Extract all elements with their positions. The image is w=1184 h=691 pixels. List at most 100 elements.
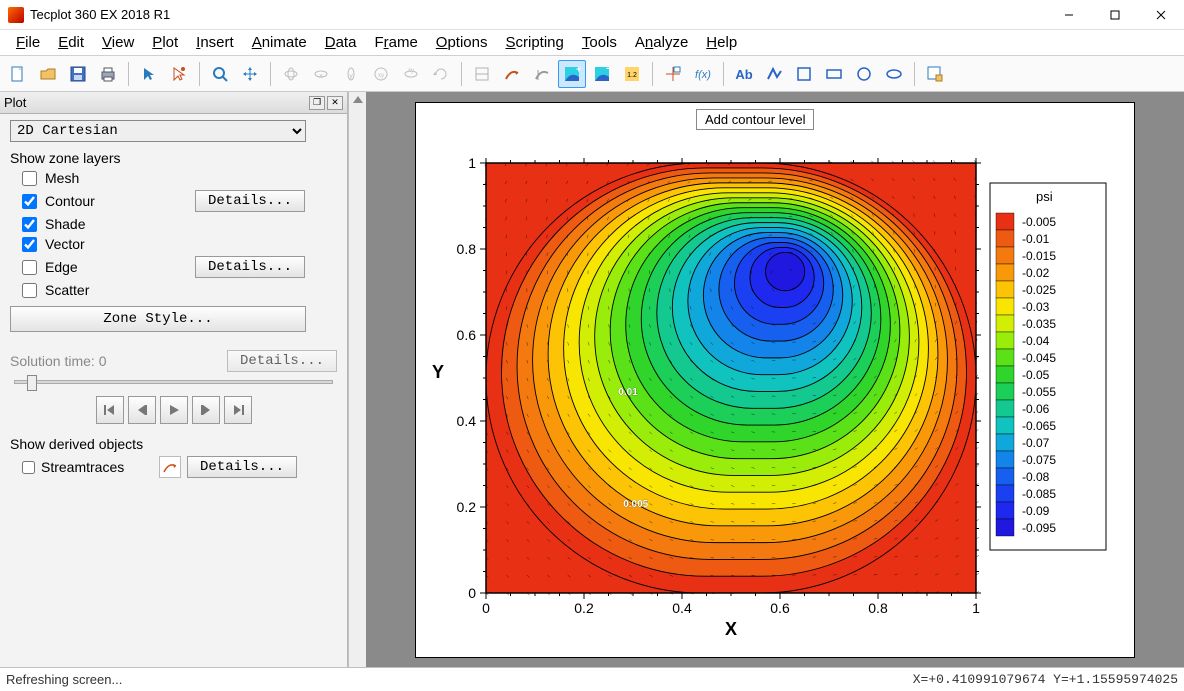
scatter-label: Scatter <box>45 282 195 298</box>
menu-animate[interactable]: Animate <box>244 32 315 53</box>
streamtrace-tool[interactable] <box>498 60 526 88</box>
menu-options[interactable]: Options <box>428 32 496 53</box>
select-tool[interactable] <box>135 60 163 88</box>
open-layout-button[interactable] <box>34 60 62 88</box>
layer-vector-row: Vector <box>22 236 337 252</box>
adjust-tool[interactable] <box>165 60 193 88</box>
playback-last[interactable] <box>224 396 252 424</box>
slice-tool[interactable] <box>468 60 496 88</box>
edge-details-button[interactable]: Details... <box>195 256 305 278</box>
vector-checkbox[interactable] <box>22 237 37 252</box>
shade-checkbox[interactable] <box>22 217 37 232</box>
streamtrace-rake-tool[interactable] <box>528 60 556 88</box>
sidebar-splitter[interactable] <box>348 92 366 667</box>
svg-text:-0.03: -0.03 <box>1022 300 1050 314</box>
statusbar: Refreshing screen... X=+0.410991079674 Y… <box>0 667 1184 691</box>
line-tool[interactable] <box>760 60 788 88</box>
streamtraces-checkbox[interactable] <box>22 461 35 474</box>
playback-next[interactable] <box>192 396 220 424</box>
contour-labels-tool[interactable]: 1.2 <box>618 60 646 88</box>
minimize-button[interactable] <box>1046 0 1092 30</box>
plot-frame[interactable]: Add contour level 0.010.00500.20.40.60.8… <box>415 102 1135 658</box>
plot-canvas-area: Add contour level 0.010.00500.20.40.60.8… <box>366 92 1184 667</box>
panel-title: Plot <box>4 95 26 110</box>
equation-tool[interactable]: f(x) <box>689 60 717 88</box>
panel-titlebar[interactable]: Plot ❐ ✕ <box>0 92 347 114</box>
menu-scripting[interactable]: Scripting <box>498 32 572 53</box>
playback-play[interactable] <box>160 396 188 424</box>
svg-text:-0.04: -0.04 <box>1022 334 1050 348</box>
menu-help[interactable]: Help <box>698 32 745 53</box>
panel-close-button[interactable]: ✕ <box>327 96 343 110</box>
menu-plot[interactable]: Plot <box>144 32 186 53</box>
show-zone-layers-label: Show zone layers <box>10 150 337 166</box>
menu-view[interactable]: View <box>94 32 142 53</box>
solution-details-button[interactable]: Details... <box>227 350 337 372</box>
remove-contour-level-tool[interactable]: − <box>588 60 616 88</box>
time-slider-thumb[interactable] <box>27 375 37 391</box>
svg-text:0.005: 0.005 <box>623 499 648 510</box>
probe-tool[interactable] <box>659 60 687 88</box>
translate-tool[interactable] <box>236 60 264 88</box>
menu-frame[interactable]: Frame <box>366 32 425 53</box>
svg-text:-0.085: -0.085 <box>1022 487 1056 501</box>
menubar: File Edit View Plot Insert Animate Data … <box>0 30 1184 56</box>
streamtrace-icon[interactable] <box>159 456 181 478</box>
svg-text:-0.005: -0.005 <box>1022 215 1056 229</box>
scatter-checkbox[interactable] <box>22 283 37 298</box>
layer-edge-row: Edge Details... <box>22 256 337 278</box>
svg-text:0: 0 <box>468 585 476 601</box>
text-tool[interactable]: Ab <box>730 60 758 88</box>
app-title: Tecplot 360 EX 2018 R1 <box>30 7 170 22</box>
contour-plot[interactable]: 0.010.00500.20.40.60.8100.20.40.60.81XYp… <box>416 103 1136 659</box>
rotate-xy-tool[interactable]: xy <box>367 60 395 88</box>
svg-text:−: − <box>606 65 611 75</box>
menu-file[interactable]: File <box>8 32 48 53</box>
svg-text:xy: xy <box>408 68 414 74</box>
zone-style-button[interactable]: Zone Style... <box>10 306 306 332</box>
streamtraces-details-button[interactable]: Details... <box>187 456 297 478</box>
svg-text:1: 1 <box>972 600 980 616</box>
svg-text:-0.055: -0.055 <box>1022 385 1056 399</box>
rotate-tool[interactable] <box>277 60 305 88</box>
add-contour-level-tool[interactable]: + <box>558 60 586 88</box>
time-slider[interactable] <box>14 380 333 384</box>
streamtraces-label: Streamtraces <box>41 459 153 475</box>
new-frame-tool[interactable] <box>921 60 949 88</box>
plot-type-select[interactable]: 2D Cartesian <box>10 120 306 142</box>
save-button[interactable] <box>64 60 92 88</box>
menu-edit[interactable]: Edit <box>50 32 92 53</box>
streamtraces-row: Streamtraces Details... <box>22 456 337 478</box>
maximize-button[interactable] <box>1092 0 1138 30</box>
menu-data[interactable]: Data <box>317 32 365 53</box>
menu-tools[interactable]: Tools <box>574 32 625 53</box>
rectangle-tool[interactable] <box>820 60 848 88</box>
playback-prev[interactable] <box>128 396 156 424</box>
menu-insert[interactable]: Insert <box>188 32 242 53</box>
new-layout-button[interactable] <box>4 60 32 88</box>
mesh-checkbox[interactable] <box>22 171 37 186</box>
ellipse-tool[interactable] <box>880 60 908 88</box>
plot-sidebar: Plot ❐ ✕ 2D Cartesian Show zone layers M… <box>0 92 348 667</box>
menu-analyze[interactable]: Analyze <box>627 32 696 53</box>
rotate-x-tool[interactable]: x <box>307 60 335 88</box>
rotate-twist-tool[interactable] <box>427 60 455 88</box>
contour-details-button[interactable]: Details... <box>195 190 305 212</box>
playback-controls <box>10 396 337 424</box>
contour-checkbox[interactable] <box>22 194 37 209</box>
svg-text:-0.035: -0.035 <box>1022 317 1056 331</box>
svg-text:Ab: Ab <box>735 67 752 82</box>
svg-text:X: X <box>725 619 737 639</box>
circle-tool[interactable] <box>850 60 878 88</box>
rotate-y-tool[interactable]: y <box>337 60 365 88</box>
panel-float-button[interactable]: ❐ <box>309 96 325 110</box>
layer-mesh-row: Mesh <box>22 170 337 186</box>
zoom-tool[interactable] <box>206 60 234 88</box>
svg-text:0.4: 0.4 <box>672 600 692 616</box>
close-button[interactable] <box>1138 0 1184 30</box>
square-tool[interactable] <box>790 60 818 88</box>
edge-checkbox[interactable] <box>22 260 37 275</box>
rotate-z-tool[interactable]: xy <box>397 60 425 88</box>
print-button[interactable] <box>94 60 122 88</box>
playback-first[interactable] <box>96 396 124 424</box>
